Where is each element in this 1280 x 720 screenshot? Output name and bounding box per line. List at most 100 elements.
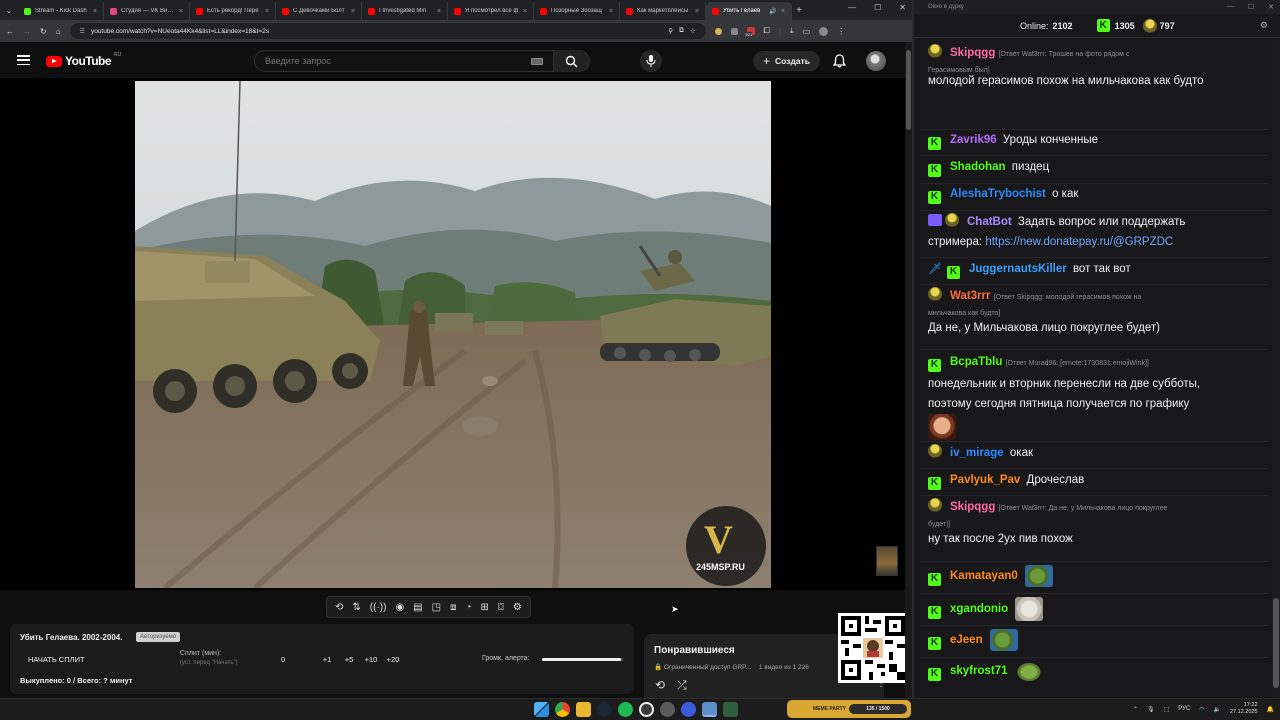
chat-username[interactable]: iv_mirage: [950, 447, 1004, 459]
app-icon[interactable]: [660, 702, 675, 717]
volume-icon[interactable]: 🔈: [1214, 706, 1221, 713]
chat-username[interactable]: Shadohan: [950, 161, 1006, 173]
close-window-icon[interactable]: ✕: [1268, 3, 1274, 11]
chat-username[interactable]: Pavlyuk_Pav: [950, 474, 1020, 486]
tab-8[interactable]: Убить Гелаев 🔊 ×: [706, 2, 792, 20]
language-indicator[interactable]: РУС: [1178, 706, 1190, 712]
keyboard-icon[interactable]: [531, 57, 543, 65]
add-5-button[interactable]: +5: [338, 655, 360, 664]
bookmark-star-icon[interactable]: ☆: [690, 27, 696, 35]
home-icon[interactable]: ⌂: [56, 27, 61, 36]
chat-username[interactable]: Skipqgg: [950, 47, 995, 59]
split-status-badge[interactable]: Авторизуемо: [136, 632, 181, 642]
chat-username[interactable]: AleshaTrybochist: [950, 188, 1046, 200]
split-view-icon[interactable]: ▭: [803, 27, 811, 36]
minimize-icon[interactable]: —: [1227, 3, 1234, 11]
close-icon[interactable]: ×: [523, 8, 527, 15]
close-icon[interactable]: ×: [781, 8, 785, 15]
eye-icon[interactable]: ◉: [395, 602, 404, 613]
extension-icon[interactable]: [730, 27, 738, 35]
site-info-icon[interactable]: ☰: [80, 28, 85, 35]
zoom-icon[interactable]: ⚲: [668, 27, 673, 35]
camera-icon[interactable]: ⌼: [498, 602, 504, 613]
notifications-icon[interactable]: 🔔: [1267, 706, 1274, 713]
spotify-icon[interactable]: [618, 702, 633, 717]
profile-icon[interactable]: [819, 26, 829, 36]
menu-dots-icon[interactable]: ⋮: [837, 27, 845, 36]
telegram-icon[interactable]: [702, 702, 717, 717]
tab-6[interactable]: Позорные Зоозащ ×: [534, 2, 620, 20]
chat-scrollbar-thumb[interactable]: [1273, 598, 1279, 688]
loop-icon[interactable]: ⟲: [335, 602, 343, 613]
chat-username[interactable]: BcpaTblu: [950, 356, 1002, 368]
gear-icon[interactable]: ⚙: [513, 602, 522, 613]
side-thumbnail[interactable]: [876, 546, 898, 576]
tab-5[interactable]: Я посмотрел все ф ×: [448, 2, 534, 20]
tab-search-icon[interactable]: ⌄: [0, 0, 18, 20]
tab-4[interactable]: I Investigated Min ×: [362, 2, 448, 20]
tab-3[interactable]: С Девочками Болт ×: [276, 2, 362, 20]
chat-username[interactable]: ChatBot: [967, 216, 1012, 228]
notifications-button[interactable]: [832, 54, 847, 73]
broadcast-icon[interactable]: ((·)): [370, 602, 387, 613]
sort-icon[interactable]: ⇅: [352, 602, 360, 613]
menu-icon[interactable]: [17, 55, 30, 65]
utility-icon[interactable]: [723, 702, 738, 717]
avatar[interactable]: [866, 51, 886, 71]
create-button[interactable]: + Создать: [753, 51, 820, 71]
add-screen-icon[interactable]: ⊞: [481, 602, 489, 613]
close-icon[interactable]: ×: [265, 8, 269, 15]
close-icon[interactable]: ×: [695, 8, 699, 15]
speed-icon[interactable]: ◔: [465, 602, 471, 613]
obs-icon[interactable]: [639, 702, 654, 717]
youtube-logo[interactable]: YouTube RU: [46, 52, 121, 68]
maximize-icon[interactable]: ☐: [1248, 3, 1254, 11]
close-icon[interactable]: ×: [351, 8, 355, 15]
trim-icon[interactable]: ⧈: [450, 602, 456, 613]
playlist-owner[interactable]: GRP...: [732, 664, 751, 671]
explorer-icon[interactable]: [576, 702, 591, 717]
screen-icon[interactable]: ◳: [432, 602, 441, 613]
mic-icon[interactable]: 🎙: [1147, 706, 1155, 713]
tab-0[interactable]: Stream - Kick Dash ×: [18, 2, 104, 20]
minimize-icon[interactable]: —: [848, 3, 856, 12]
steam-icon[interactable]: [597, 702, 612, 717]
speaker-icon[interactable]: 🔊: [769, 8, 776, 15]
close-icon[interactable]: ×: [437, 8, 441, 15]
search-button[interactable]: [553, 50, 589, 72]
page-scrollbar-thumb[interactable]: [906, 50, 911, 130]
wifi-icon[interactable]: ◠: [1199, 706, 1204, 713]
voice-search-button[interactable]: [640, 50, 662, 72]
shuffle-icon[interactable]: ⤮: [677, 678, 687, 693]
url-field[interactable]: ☰ youtube.com/watch?v=NUeota44Kk4&list=L…: [69, 23, 706, 39]
network-icon[interactable]: ⬚: [1164, 706, 1170, 713]
install-icon[interactable]: ⧉: [679, 27, 684, 35]
add-10-button[interactable]: +10: [360, 655, 382, 664]
close-window-icon[interactable]: ✕: [899, 3, 906, 12]
chat-username[interactable]: JuggernautsKiller: [969, 263, 1067, 275]
download-icon[interactable]: ⤓: [790, 26, 794, 36]
chrome-icon[interactable]: [555, 702, 570, 717]
chat-username[interactable]: eJeen: [950, 634, 983, 646]
chat-username[interactable]: skyfrost71: [950, 665, 1008, 677]
settings-icon[interactable]: ⚙: [1260, 20, 1268, 31]
tab-7[interactable]: Как маркетплейсы ×: [620, 2, 706, 20]
video-frame[interactable]: V 245MSP.RU: [135, 81, 771, 588]
chat-username[interactable]: Wat3rrr: [950, 290, 990, 302]
close-icon[interactable]: ×: [609, 8, 613, 15]
chat-username[interactable]: Skipqgg: [950, 501, 995, 513]
tray-expand-icon[interactable]: ⌃: [1133, 706, 1138, 713]
media-player-icon[interactable]: [681, 702, 696, 717]
close-icon[interactable]: ×: [93, 8, 97, 15]
back-icon[interactable]: ←: [6, 27, 14, 36]
start-split-button[interactable]: НАЧАТЬ СПЛИТ: [28, 655, 85, 664]
clock[interactable]: 17:22 27.12.2025: [1230, 702, 1258, 716]
clapper-icon[interactable]: ▤: [413, 602, 422, 613]
reload-icon[interactable]: ↻: [40, 27, 47, 36]
tab-2[interactable]: Есть рекорд! Пере ×: [190, 2, 276, 20]
close-icon[interactable]: ×: [179, 8, 183, 15]
search-input[interactable]: [255, 56, 531, 66]
new-tab-button[interactable]: +: [792, 5, 806, 16]
donate-link[interactable]: https://new.donatepay.ru/@GRPZDC: [985, 236, 1173, 248]
forward-icon[interactable]: →: [23, 27, 31, 36]
